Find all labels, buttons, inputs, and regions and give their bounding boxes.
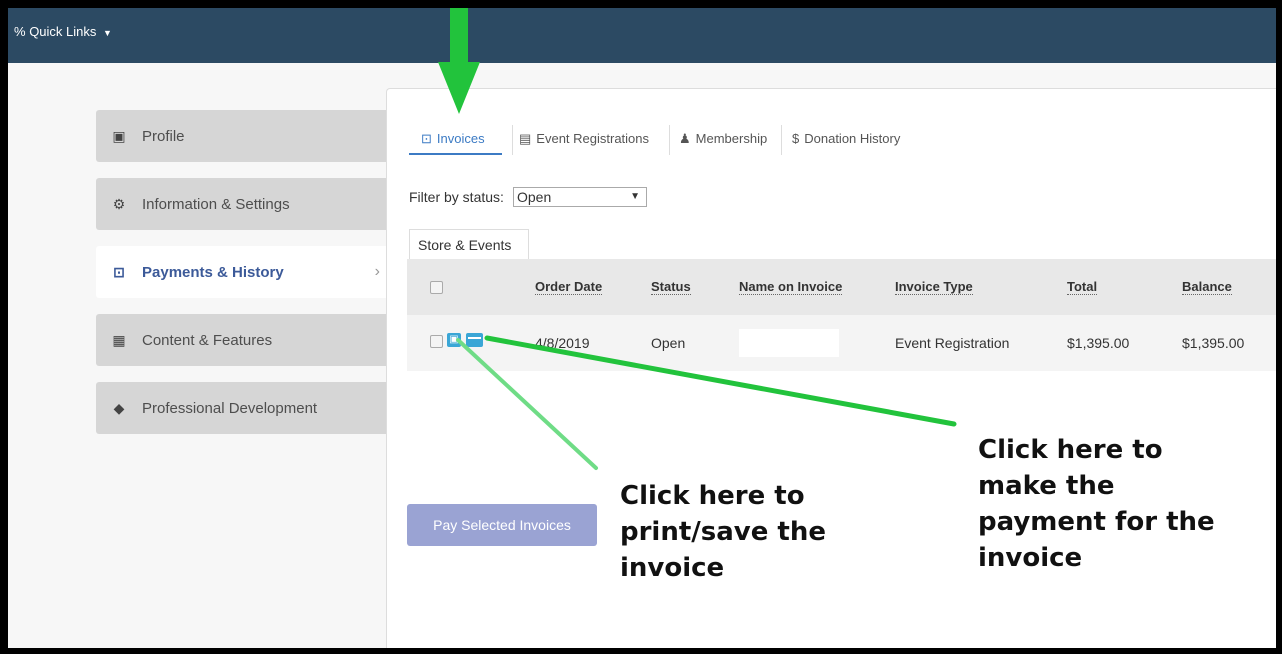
pointer-line-pay xyxy=(484,335,957,427)
callout-line: Click here to xyxy=(620,481,805,511)
callout-line: print/save the xyxy=(620,517,827,547)
callout-line: payment for the xyxy=(978,507,1215,537)
callout-print-invoice: Click here to print/save the invoice xyxy=(620,478,826,586)
pointer-line-print xyxy=(456,338,598,470)
callout-line: make the xyxy=(978,471,1115,501)
callout-line: Click here to xyxy=(978,435,1163,465)
callout-line: invoice xyxy=(620,553,725,583)
callout-line: invoice xyxy=(978,543,1083,573)
callout-make-payment: Click here to make the payment for the i… xyxy=(978,432,1215,576)
down-arrow-annotation xyxy=(438,8,480,114)
